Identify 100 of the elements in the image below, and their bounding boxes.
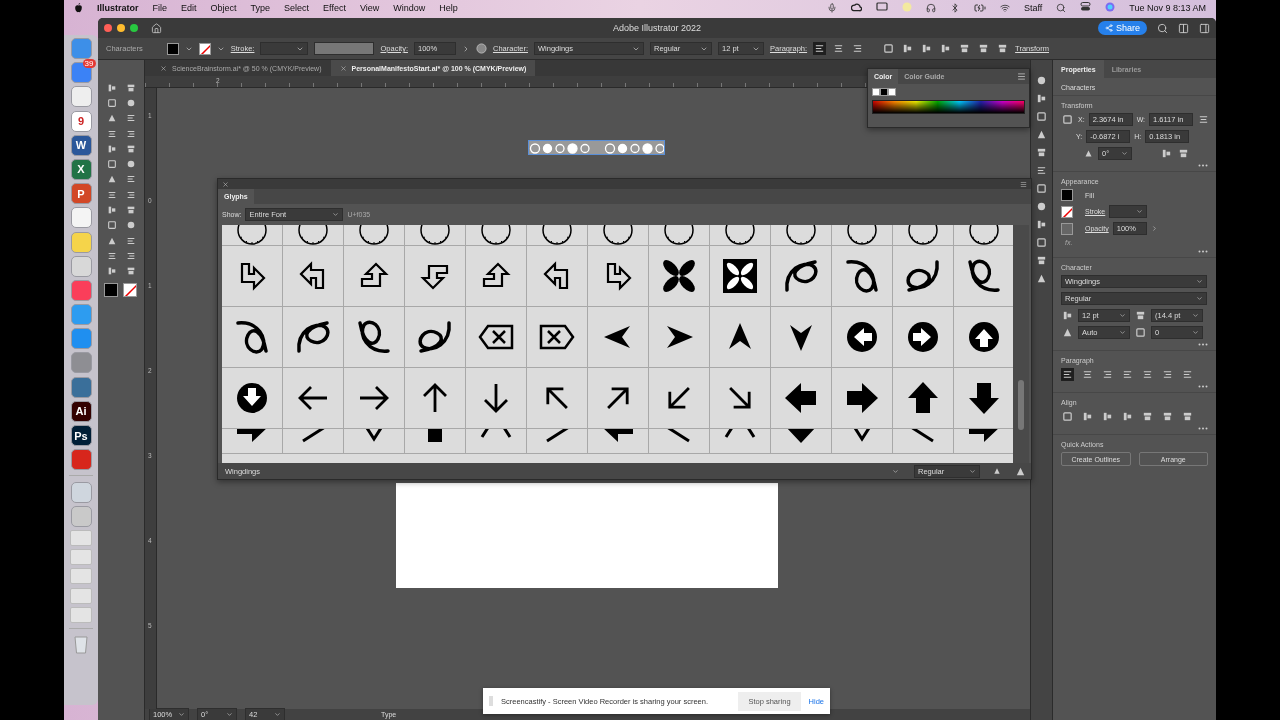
color-spectrum[interactable] — [872, 100, 1025, 114]
microphone-icon[interactable] — [826, 2, 837, 13]
dock-app-icon[interactable]: X — [70, 158, 92, 180]
paragraph-align-icon[interactable] — [1161, 368, 1174, 381]
paragraph-align-icon[interactable] — [1081, 368, 1094, 381]
stroke-swatch[interactable] — [198, 42, 211, 55]
battery-icon[interactable] — [973, 1, 986, 14]
dock-app-icon[interactable]: 9 — [70, 110, 92, 132]
search-icon[interactable] — [1157, 22, 1168, 34]
fill-swatch[interactable] — [1061, 189, 1073, 201]
dock-app-icon[interactable] — [70, 376, 92, 398]
bluetooth-icon[interactable] — [949, 2, 960, 13]
chevron-down-icon[interactable] — [1196, 278, 1203, 285]
dock-app-icon[interactable]: Ai — [70, 400, 92, 422]
menu-icon[interactable] — [1020, 180, 1027, 188]
drag-handle-icon[interactable] — [489, 696, 493, 706]
paragraph-align-icon[interactable] — [1121, 368, 1134, 381]
panel-icon[interactable] — [1035, 272, 1048, 285]
panel-icon[interactable] — [1035, 254, 1048, 267]
opacity-swatch[interactable] — [1061, 222, 1073, 235]
more-options-icon[interactable] — [1198, 385, 1208, 388]
align-icon[interactable] — [1181, 410, 1194, 423]
panel-icon[interactable] — [1035, 164, 1048, 177]
workspace-icon[interactable] — [1178, 22, 1189, 34]
variable-width-field[interactable] — [314, 42, 375, 55]
dock-app-icon[interactable] — [70, 207, 92, 229]
more-options-icon[interactable] — [1198, 164, 1208, 167]
align-icon[interactable] — [1141, 410, 1154, 423]
panel-icon[interactable] — [1035, 74, 1048, 87]
menu-item[interactable]: Type — [250, 2, 271, 13]
chevron-down-icon[interactable] — [1136, 208, 1144, 215]
stroke-weight-field[interactable] — [1109, 205, 1148, 218]
menu-item[interactable]: Object — [210, 2, 237, 13]
more-options-icon[interactable] — [1198, 250, 1208, 253]
chevron-down-icon[interactable] — [226, 711, 233, 718]
minimize-button[interactable] — [117, 24, 125, 32]
more-options-icon[interactable] — [1198, 427, 1208, 430]
zoom-button[interactable] — [130, 24, 138, 32]
chevron-down-icon[interactable] — [892, 467, 899, 475]
text-align-icon[interactable] — [813, 42, 827, 55]
stroke-swatch[interactable] — [1061, 205, 1073, 218]
align-icon[interactable] — [1101, 410, 1114, 423]
panel-icon[interactable] — [1035, 146, 1048, 159]
chevron-down-icon[interactable] — [969, 467, 976, 475]
dock-app-icon[interactable]: Ps — [70, 425, 92, 446]
align-icon[interactable] — [882, 42, 896, 55]
clock[interactable]: Tue Nov 9 8:13 AM — [1129, 2, 1206, 13]
align-icon[interactable] — [1121, 410, 1134, 423]
chevron-down-icon[interactable] — [274, 711, 281, 718]
chevron-down-icon[interactable] — [1119, 312, 1126, 319]
fill-swatch[interactable] — [166, 42, 179, 55]
dock-app-icon[interactable]: W — [70, 134, 92, 156]
close-button[interactable] — [104, 24, 112, 32]
panel-icon[interactable] — [1035, 218, 1048, 231]
align-icon[interactable] — [1081, 410, 1094, 423]
menu-item[interactable]: View — [359, 2, 380, 13]
share-button[interactable]: Share — [1097, 21, 1147, 35]
dock-app-icon[interactable] — [70, 449, 92, 471]
panel-icon[interactable] — [1035, 92, 1048, 105]
app-menu[interactable]: Illustrator — [97, 2, 139, 13]
chevron-down-icon[interactable] — [1196, 295, 1203, 302]
user-name[interactable]: Staff — [1023, 2, 1043, 13]
color-swatch[interactable] — [880, 88, 888, 96]
more-options-icon[interactable] — [1198, 343, 1208, 346]
chevron-down-icon[interactable] — [1121, 150, 1128, 157]
color-swatch[interactable] — [888, 88, 896, 96]
chevron-down-icon[interactable] — [1119, 329, 1126, 336]
panel-icon[interactable] — [1199, 22, 1210, 34]
menu-icon[interactable] — [1017, 72, 1026, 81]
dock-app-icon[interactable]: P — [70, 183, 92, 205]
creative-cloud-icon[interactable] — [850, 1, 862, 14]
menu-item[interactable]: File — [152, 2, 168, 13]
display-icon[interactable] — [875, 2, 888, 13]
chevron-down-icon[interactable] — [1192, 312, 1199, 319]
menu-item[interactable]: Window — [393, 2, 426, 13]
panel-icon[interactable] — [1035, 182, 1048, 195]
wifi-icon[interactable] — [999, 2, 1010, 13]
panel-icon[interactable] — [1035, 236, 1048, 249]
chevron-down-icon[interactable] — [1192, 329, 1199, 336]
scrollbar[interactable] — [1013, 225, 1029, 463]
paragraph-align-icon[interactable] — [1141, 368, 1154, 381]
menu-item[interactable]: Help — [439, 2, 458, 13]
stroke-weight-field[interactable] — [260, 42, 309, 55]
fill-color-swatch[interactable] — [104, 282, 118, 297]
paragraph-align-icon[interactable] — [1061, 368, 1074, 381]
glyph-icon[interactable] — [720, 256, 760, 296]
share-icon[interactable] — [1104, 24, 1113, 32]
search-icon[interactable] — [1056, 2, 1067, 13]
paragraph-align-icon[interactable] — [1101, 368, 1114, 381]
close-icon[interactable] — [339, 64, 347, 72]
align-icon[interactable] — [1161, 410, 1174, 423]
headphones-icon[interactable] — [925, 2, 936, 13]
menu-item[interactable]: Edit — [181, 2, 197, 13]
close-icon[interactable] — [222, 180, 229, 188]
home-icon[interactable] — [151, 22, 162, 34]
panel-icon[interactable] — [1035, 200, 1048, 213]
control-center-icon[interactable] — [1080, 2, 1092, 13]
menu-item[interactable]: Select — [284, 2, 310, 13]
close-icon[interactable] — [160, 64, 167, 72]
stroke-color-swatch[interactable] — [123, 282, 137, 297]
